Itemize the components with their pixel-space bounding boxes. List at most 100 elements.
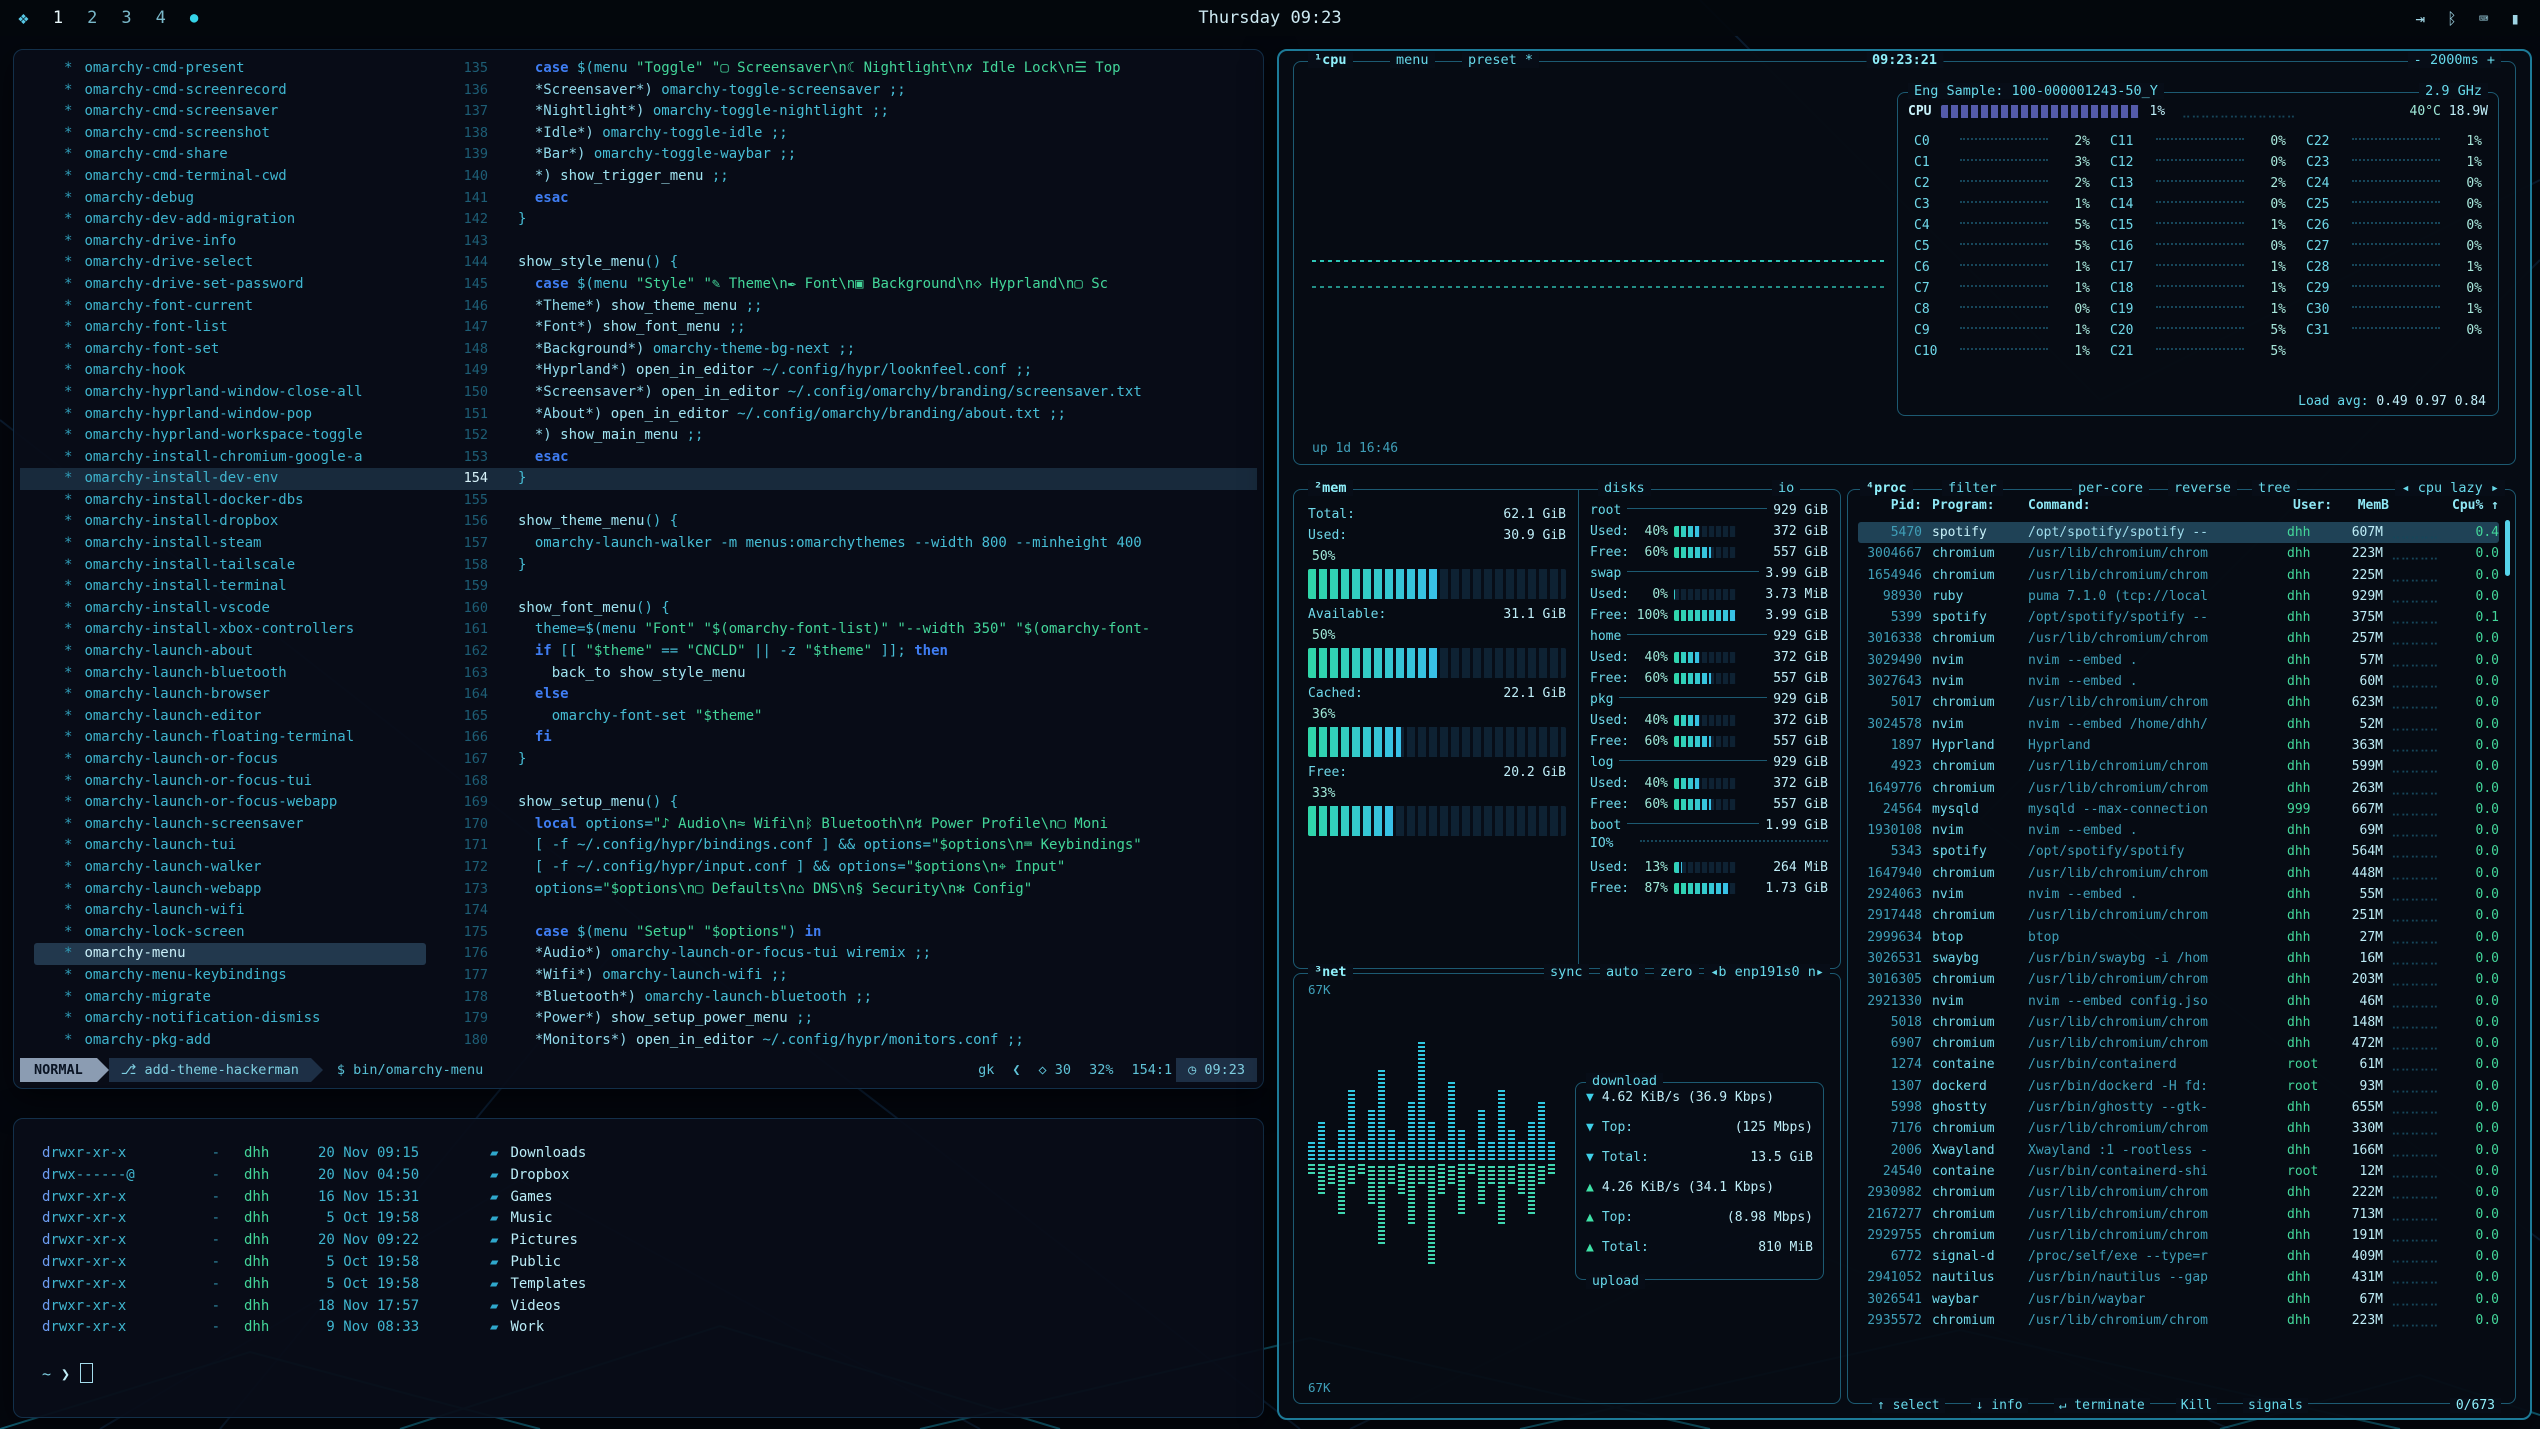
workspace-button[interactable]: 4 <box>156 8 166 28</box>
tree-item[interactable]: *omarchy-hyprland-window-pop <box>34 404 426 426</box>
process-row[interactable]: 3004667chromium/usr/lib/chromium/chromdh… <box>1858 543 2499 564</box>
tree-item[interactable]: *omarchy-notification-dismiss <box>34 1008 426 1030</box>
process-row[interactable]: 24564mysqldmysqld --max-connection999667… <box>1858 799 2499 820</box>
process-row[interactable]: 3024578nvimnvim --embed /home/dhh/dhh52M… <box>1858 714 2499 735</box>
proc-column-header[interactable]: Pid: <box>1858 498 1922 513</box>
process-row[interactable]: 3027643nvimnvim --embed .dhh60M⣀⣀⣀⣀⣀0.0 <box>1858 671 2499 692</box>
filter-button[interactable]: filter <box>1942 480 2003 496</box>
keyboard-icon[interactable]: ⌨ <box>2479 9 2489 28</box>
menu-button[interactable]: menu <box>1390 52 1435 68</box>
folder-name[interactable]: Pictures <box>510 1232 577 1248</box>
process-row[interactable]: 2924063nvimnvim --embed .dhh55M⣀⣀⣀⣀⣀0.0 <box>1858 884 2499 905</box>
tree-item[interactable]: *omarchy-launch-or-focus <box>34 749 426 771</box>
disks-tab[interactable]: disks <box>1598 480 1651 496</box>
proc-box-title[interactable]: ⁴proc <box>1860 480 1913 496</box>
workspace-button[interactable]: 2 <box>87 8 97 28</box>
tree-toggle[interactable]: tree <box>2252 480 2297 496</box>
interval-plus-button[interactable]: + <box>2487 52 2495 68</box>
process-row[interactable]: 5018chromium/usr/lib/chromium/chromdhh14… <box>1858 1012 2499 1033</box>
folder-name[interactable]: Music <box>510 1210 552 1226</box>
proc-footer-button[interactable]: Kill <box>2176 1398 2217 1413</box>
folder-name[interactable]: Work <box>510 1319 544 1335</box>
tree-item[interactable]: *omarchy-launch-about <box>34 641 426 663</box>
tree-item[interactable]: *omarchy-hook <box>34 360 426 382</box>
proc-scrollbar[interactable] <box>2505 520 2510 576</box>
process-row[interactable]: 3016305chromium/usr/lib/chromium/chromdh… <box>1858 969 2499 990</box>
process-row[interactable]: 2921330nvimnvim --embed config.jsodhh46M… <box>1858 991 2499 1012</box>
tree-item[interactable]: *omarchy-install-docker-dbs <box>34 490 426 512</box>
process-row[interactable]: 1307dockerd/usr/bin/dockerd -H fd:root93… <box>1858 1076 2499 1097</box>
cpu-box-title[interactable]: ¹cpu <box>1308 52 1353 68</box>
tree-item[interactable]: *omarchy-install-dropbox <box>34 511 426 533</box>
tree-item[interactable]: *omarchy-cmd-terminal-cwd <box>34 166 426 188</box>
process-row[interactable]: 6772signal-d/proc/self/exe --type=rdhh40… <box>1858 1246 2499 1267</box>
process-row[interactable]: 3026531swaybg/usr/bin/swaybg -i /homdhh1… <box>1858 948 2499 969</box>
workspace-button[interactable]: 1 <box>53 8 63 28</box>
process-row[interactable]: 24540containe/usr/bin/containerd-shiroot… <box>1858 1161 2499 1182</box>
proc-footer-button[interactable]: signals <box>2243 1398 2308 1413</box>
mem-box-title[interactable]: ²mem <box>1308 480 1353 496</box>
tree-item[interactable]: *omarchy-cmd-share <box>34 144 426 166</box>
tree-item[interactable]: *omarchy-launch-floating-terminal <box>34 727 426 749</box>
workspace-button[interactable]: 3 <box>121 8 131 28</box>
net-zero-button[interactable]: zero <box>1654 964 1699 980</box>
process-row[interactable]: 3029490nvimnvim --embed .dhh57M⣀⣀⣀⣀⣀0.0 <box>1858 650 2499 671</box>
tree-item[interactable]: *omarchy-launch-editor <box>34 706 426 728</box>
process-row[interactable]: 2929755chromium/usr/lib/chromium/chromdh… <box>1858 1225 2499 1246</box>
tree-item[interactable]: *omarchy-hyprland-window-close-all <box>34 382 426 404</box>
net-auto-button[interactable]: auto <box>1600 964 1645 980</box>
preset-button[interactable]: preset * <box>1462 52 1539 68</box>
tree-item[interactable]: *omarchy-launch-browser <box>34 684 426 706</box>
tree-item[interactable]: *omarchy-launch-walker <box>34 857 426 879</box>
tree-item[interactable]: *omarchy-cmd-screenshot <box>34 123 426 145</box>
process-row[interactable]: 3026541waybar/usr/bin/waybardhh67M⣀⣀⣀⣀⣀0… <box>1858 1289 2499 1310</box>
tree-item[interactable]: *omarchy-launch-bluetooth <box>34 663 426 685</box>
net-box-title[interactable]: ³net <box>1308 964 1353 980</box>
folder-name[interactable]: Videos <box>510 1298 561 1314</box>
tree-item[interactable]: *omarchy-lock-screen <box>34 922 426 944</box>
process-row[interactable]: 2999634btopbtopdhh27M⣀⣀⣀⣀⣀0.0 <box>1858 927 2499 948</box>
proc-column-header[interactable]: Command: <box>2028 498 2293 513</box>
tree-item[interactable]: *omarchy-launch-webapp <box>34 879 426 901</box>
process-row[interactable]: 5470spotify/opt/spotify/spotify --dhh607… <box>1858 522 2499 543</box>
folder-name[interactable]: Dropbox <box>510 1167 569 1183</box>
editor-body[interactable]: *omarchy-cmd-present*omarchy-cmd-screenr… <box>20 58 1257 1052</box>
tree-item[interactable]: *omarchy-launch-wifi <box>34 900 426 922</box>
tree-item[interactable]: *omarchy-drive-info <box>34 231 426 253</box>
tree-item[interactable]: *omarchy-pkg-add <box>34 1030 426 1052</box>
tree-item[interactable]: *omarchy-cmd-present <box>34 58 426 80</box>
tree-item[interactable]: *omarchy-migrate <box>34 987 426 1009</box>
net-sync-button[interactable]: sync <box>1544 964 1589 980</box>
reverse-toggle[interactable]: reverse <box>2168 480 2237 496</box>
process-row[interactable]: 98930rubypuma 7.1.0 (tcp://localdhh929M⣀… <box>1858 586 2499 607</box>
screenshare-icon[interactable]: ⇥ <box>2415 9 2425 28</box>
process-row[interactable]: 2941052nautilus/usr/bin/nautilus --gapdh… <box>1858 1267 2499 1288</box>
process-row[interactable]: 1647940chromium/usr/lib/chromium/chromdh… <box>1858 863 2499 884</box>
process-row[interactable]: 2935572chromium/usr/lib/chromium/chromdh… <box>1858 1310 2499 1331</box>
tree-item[interactable]: *omarchy-menu <box>34 943 426 965</box>
tree-item[interactable]: *omarchy-install-chromium-google-a <box>34 447 426 469</box>
tree-item[interactable]: *omarchy-drive-select <box>34 252 426 274</box>
process-row[interactable]: 7176chromium/usr/lib/chromium/chromdhh33… <box>1858 1118 2499 1139</box>
tree-item[interactable]: *omarchy-menu-keybindings <box>34 965 426 987</box>
process-row[interactable]: 1930108nvimnvim --embed .dhh69M⣀⣀⣀⣀⣀0.0 <box>1858 820 2499 841</box>
tree-item[interactable]: *omarchy-launch-or-focus-tui <box>34 771 426 793</box>
tree-item[interactable]: *omarchy-launch-or-focus-webapp <box>34 792 426 814</box>
terminal-cursor[interactable] <box>80 1363 93 1383</box>
proc-footer-button[interactable]: ↵ terminate <box>2054 1398 2150 1413</box>
folder-name[interactable]: Downloads <box>510 1145 586 1161</box>
process-row[interactable]: 6907chromium/usr/lib/chromium/chromdhh47… <box>1858 1033 2499 1054</box>
io-tab[interactable]: io <box>1772 480 1800 496</box>
tree-item[interactable]: *omarchy-font-set <box>34 339 426 361</box>
proc-column-header[interactable]: Program: <box>1932 498 2018 513</box>
folder-name[interactable]: Games <box>510 1189 552 1205</box>
tree-item[interactable]: *omarchy-font-list <box>34 317 426 339</box>
process-row[interactable]: 5998ghostty/usr/bin/ghostty --gtk-dhh655… <box>1858 1097 2499 1118</box>
tree-item[interactable]: *omarchy-install-dev-env <box>34 468 426 490</box>
interval-minus-button[interactable]: - <box>2414 52 2422 68</box>
tree-item[interactable]: *omarchy-drive-set-password <box>34 274 426 296</box>
record-indicator-icon[interactable]: ● <box>190 10 198 26</box>
process-row[interactable]: 1649776chromium/usr/lib/chromium/chromdh… <box>1858 778 2499 799</box>
tree-item[interactable]: *omarchy-dev-add-migration <box>34 209 426 231</box>
tree-item[interactable]: *omarchy-font-current <box>34 296 426 318</box>
